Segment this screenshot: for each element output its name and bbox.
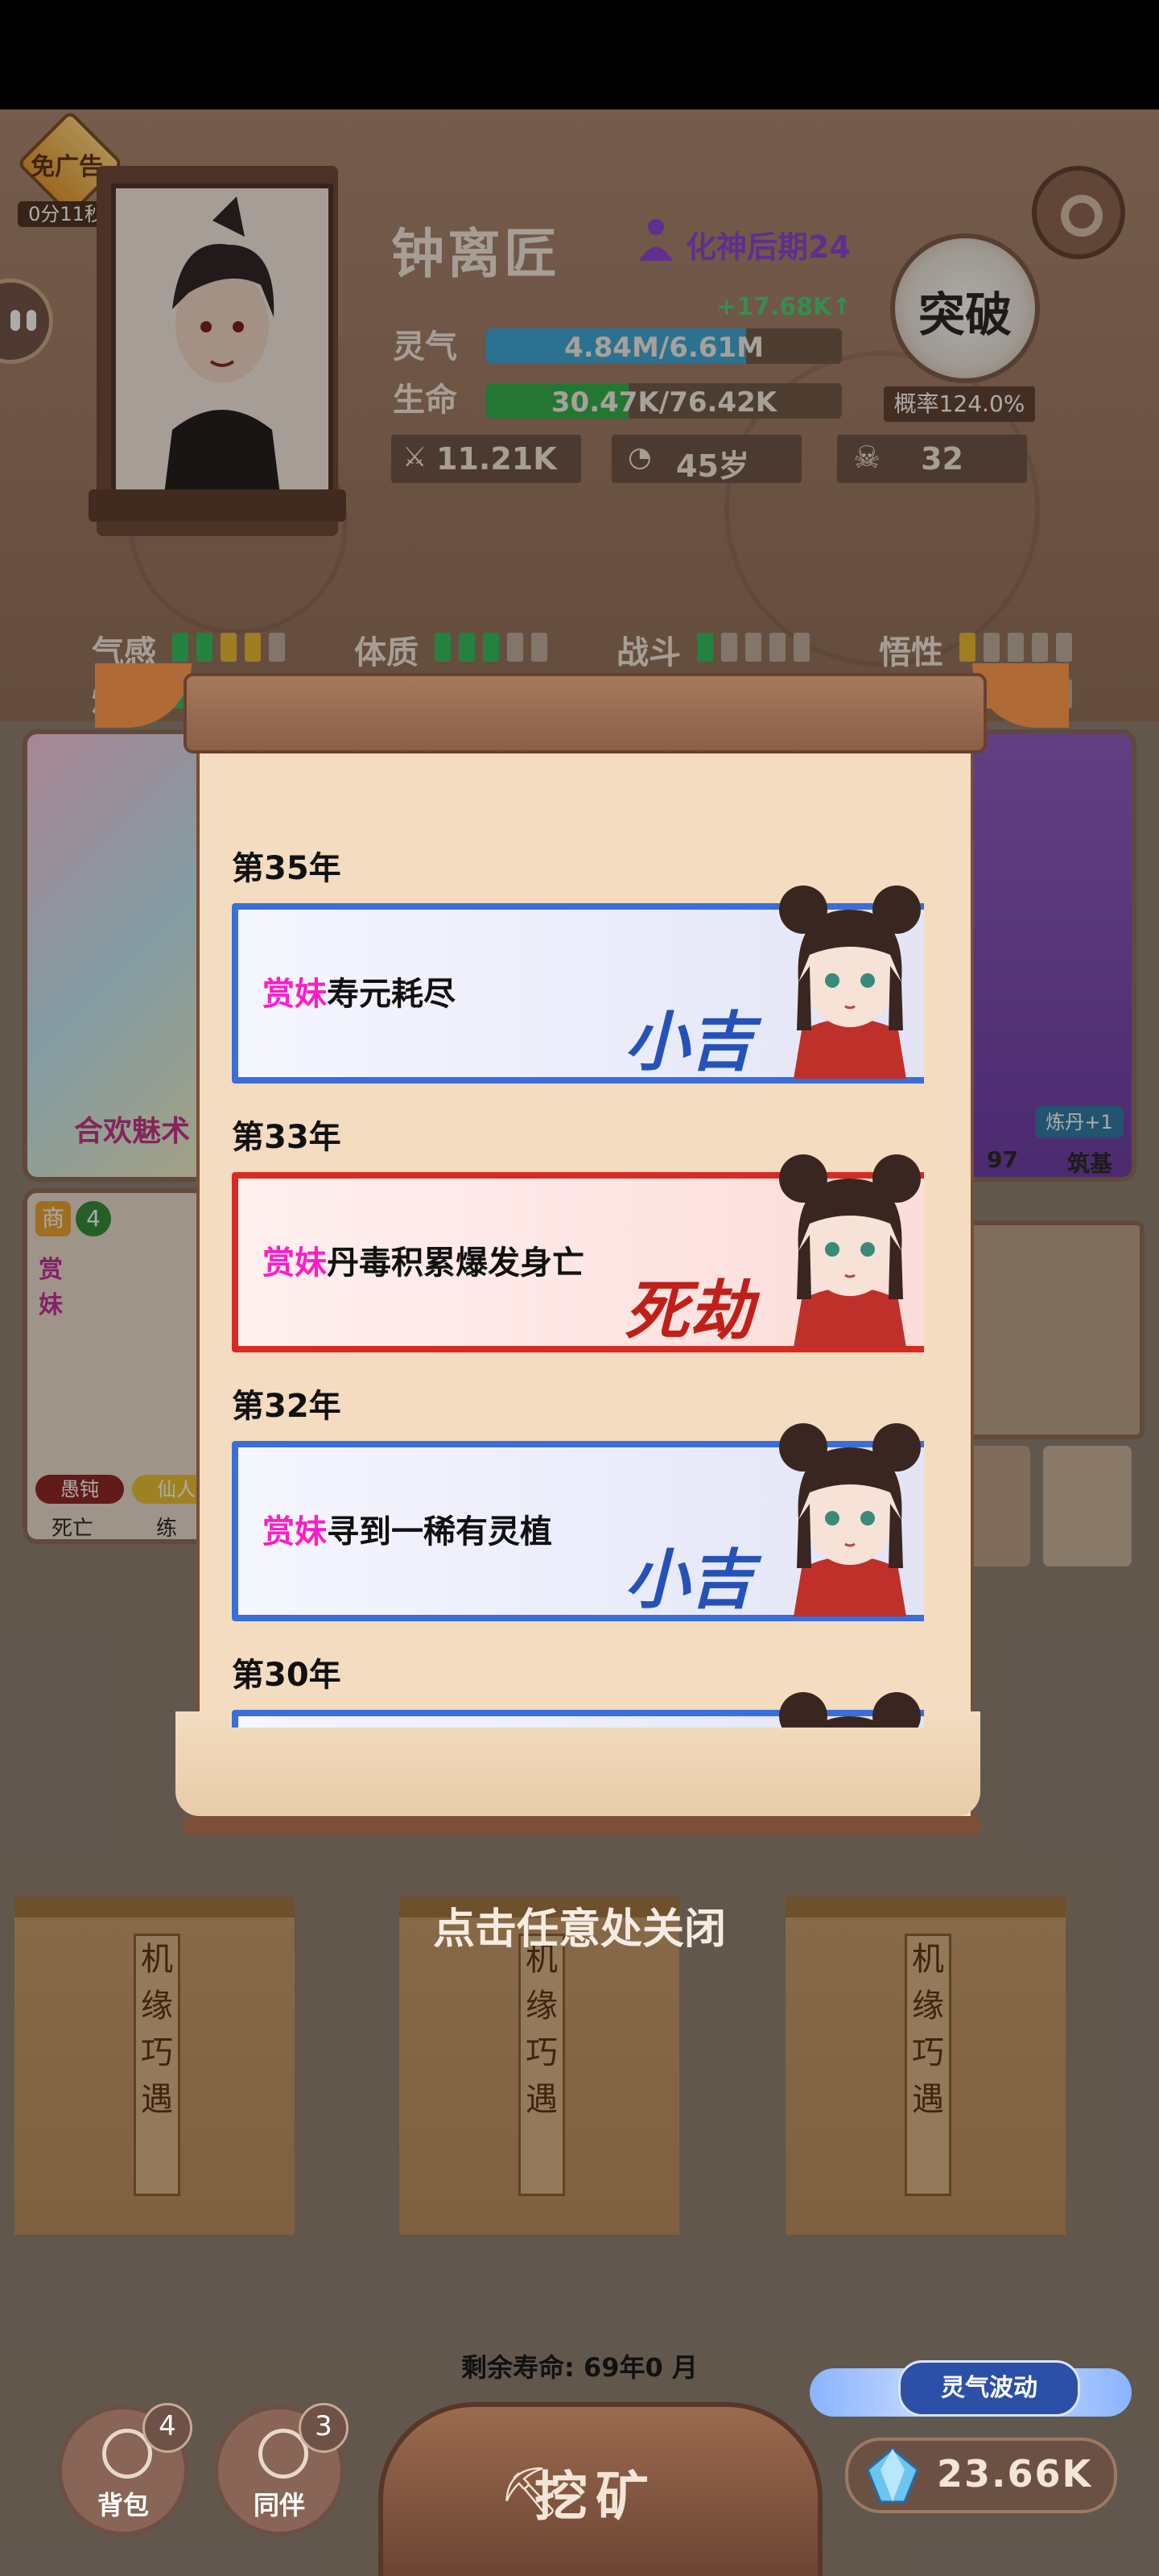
spirit-fluctuation-button[interactable]: 灵气波动 [810,2344,1132,2433]
event-log-modal: 第35年 赏妹寿元耗尽 小吉 第33年 赏妹丹毒积累爆发身亡 死劫 第32年 赏妹寻到一稀有灵… [95,641,1069,1835]
event-card: 赏妹寻到一稀有灵植小吉 [232,1423,924,1621]
event-card: 赏妹买到一本古籍小吉 [232,1692,924,1728]
game-screen: 免广告 0分11秒 钟离匠 化神后期24 灵气 +17.68K↑ 4.84M/6… [0,109,1159,2576]
character-portrait [761,877,924,1079]
event-year: 第33年 [232,1119,341,1156]
status-bar [0,0,1159,109]
character-portrait [761,1415,924,1616]
event-fortune-stamp: 死劫 [625,1274,753,1348]
bag-badge: 4 [142,2403,192,2453]
event-fortune-stamp: 小吉 [625,1005,753,1080]
currency-value: 23.66K [937,2452,1093,2496]
event-year: 第30年 [232,1657,341,1694]
mine-label: 挖矿 [534,2466,657,2528]
event-description: 寿元耗尽 [327,976,456,1013]
event-text: 赏妹寻到一稀有灵植 [262,1505,552,1552]
close-hint: 点击任意处关闭 [432,1905,726,1954]
event-year: 第32年 [232,1388,341,1425]
character-portrait [761,1146,924,1348]
event-description: 丹毒积累爆发身亡 [327,1245,584,1282]
companion-label: 同伴 [253,2490,305,2520]
character-portrait [761,1684,924,1728]
event-card: 赏妹丹毒积累爆发身亡 死劫 [232,1154,924,1352]
event-character-name: 赏妹 [262,1513,327,1550]
event-year: 第35年 [232,850,341,887]
event-character-name: 赏妹 [262,1245,327,1282]
event-text: 赏妹丹毒积累爆发身亡 [262,1236,584,1283]
companion-button[interactable]: 同伴 3 [214,2403,349,2536]
scroll-top-rod [184,673,987,753]
event-text: 赏妹寿元耗尽 [262,968,456,1014]
event-character-name: 赏妹 [262,976,327,1013]
spirit-stone-counter[interactable]: 23.66K [845,2438,1117,2513]
bag-button[interactable]: 背包 4 [58,2403,192,2536]
fluctuation-label: 灵气波动 [898,2360,1080,2417]
event-fortune-stamp: 小吉 [625,1542,753,1617]
companion-badge: 3 [299,2403,349,2453]
event-card: 赏妹寿元耗尽小吉 [232,886,924,1084]
scroll-bottom-rod [184,1816,980,1835]
mine-button[interactable]: ⛏ 挖矿 [378,2402,823,2576]
event-list[interactable]: 第35年 赏妹寿元耗尽 小吉 第33年 赏妹丹毒积累爆发身亡 死劫 第32年 赏妹寻到一稀有灵… [232,842,924,1728]
event-description: 寻到一稀有灵植 [327,1513,552,1550]
crystal-icon [864,2447,921,2504]
bag-label: 背包 [97,2490,149,2520]
